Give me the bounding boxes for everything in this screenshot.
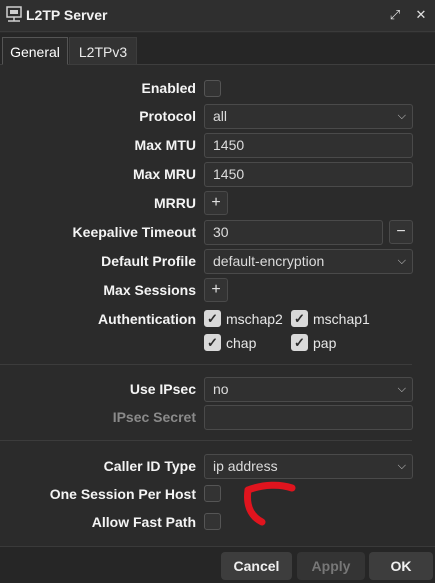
- protocol-value: all: [213, 108, 228, 124]
- ipsec-secret-label: IPsec Secret: [112, 409, 196, 425]
- use-ipsec-select[interactable]: no ⌵: [204, 377, 413, 402]
- plus-icon: +: [211, 281, 221, 298]
- protocol-select[interactable]: all ⌵: [204, 104, 413, 129]
- plus-icon: +: [211, 194, 221, 211]
- cancel-button[interactable]: Cancel: [221, 552, 292, 580]
- mschap1-label: mschap1: [313, 311, 370, 327]
- max-mtu-input[interactable]: 1450: [204, 133, 413, 158]
- ok-button[interactable]: OK: [369, 552, 433, 580]
- allow-fast-path-label: Allow Fast Path: [91, 514, 196, 530]
- default-profile-select[interactable]: default-encryption ⌵: [204, 249, 413, 274]
- max-sessions-add-button[interactable]: +: [204, 278, 228, 302]
- allow-fast-path-checkbox[interactable]: [204, 513, 221, 530]
- default-profile-value: default-encryption: [213, 253, 325, 269]
- mschap2-label: mschap2: [226, 311, 283, 327]
- caller-id-type-label: Caller ID Type: [103, 458, 196, 474]
- keepalive-timeout-label: Keepalive Timeout: [72, 224, 196, 240]
- max-mru-value: 1450: [213, 166, 245, 182]
- dialog-footer: Cancel Apply OK: [0, 546, 435, 583]
- keepalive-timeout-input[interactable]: 30: [204, 220, 383, 245]
- keepalive-remove-button[interactable]: −: [389, 220, 413, 244]
- title-bar: L2TP Server ⤢ ✕: [0, 0, 435, 32]
- chevron-down-icon: ⌵: [397, 110, 406, 122]
- tab-bar: General L2TPv3: [0, 33, 435, 65]
- pap-label: pap: [313, 335, 337, 351]
- enabled-checkbox[interactable]: [204, 80, 221, 97]
- restore-icon[interactable]: ⤢: [386, 6, 404, 24]
- mrru-add-button[interactable]: +: [204, 191, 228, 215]
- max-mtu-label: Max MTU: [134, 137, 196, 153]
- window-title: L2TP Server: [26, 7, 108, 23]
- minus-icon: −: [396, 223, 406, 240]
- network-server-icon: [6, 6, 22, 22]
- mschap1-checkbox[interactable]: ✓: [291, 310, 308, 327]
- keepalive-timeout-value: 30: [213, 224, 229, 240]
- one-session-per-host-label: One Session Per Host: [49, 486, 196, 502]
- section-divider: [0, 364, 412, 365]
- tab-l2tpv3[interactable]: L2TPv3: [69, 37, 137, 65]
- chevron-down-icon: ⌵: [397, 383, 406, 395]
- ipsec-secret-input[interactable]: [204, 405, 413, 430]
- one-session-per-host-checkbox[interactable]: [204, 485, 221, 502]
- chevron-down-icon: ⌵: [397, 255, 406, 267]
- enabled-label: Enabled: [141, 80, 196, 96]
- apply-button[interactable]: Apply: [297, 552, 365, 580]
- use-ipsec-label: Use IPsec: [129, 381, 196, 397]
- use-ipsec-value: no: [213, 381, 229, 397]
- protocol-label: Protocol: [139, 108, 196, 124]
- max-mtu-value: 1450: [213, 137, 245, 153]
- mrru-label: MRRU: [154, 195, 196, 211]
- chevron-down-icon: ⌵: [397, 460, 406, 472]
- authentication-label: Authentication: [98, 311, 196, 327]
- tab-general[interactable]: General: [2, 37, 68, 65]
- max-mru-input[interactable]: 1450: [204, 162, 413, 187]
- mschap2-checkbox[interactable]: ✓: [204, 310, 221, 327]
- max-sessions-label: Max Sessions: [103, 282, 196, 298]
- close-icon[interactable]: ✕: [412, 6, 430, 24]
- annotation-arrow-icon: [244, 481, 296, 526]
- default-profile-label: Default Profile: [101, 253, 196, 269]
- max-mru-label: Max MRU: [132, 166, 196, 182]
- section-divider: [0, 440, 412, 441]
- pap-checkbox[interactable]: ✓: [291, 334, 308, 351]
- chap-label: chap: [226, 335, 257, 351]
- chap-checkbox[interactable]: ✓: [204, 334, 221, 351]
